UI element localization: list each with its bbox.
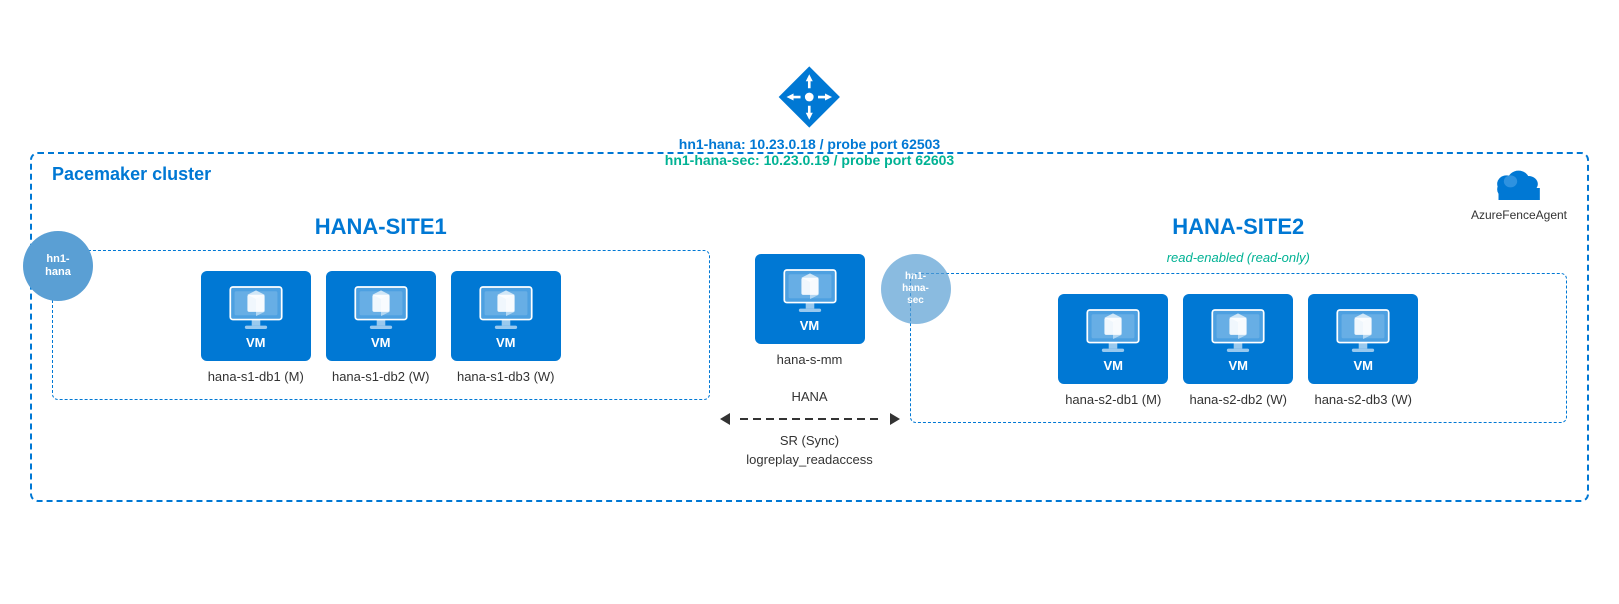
site1-inner-border: hn1- hana [52,250,710,400]
right-arrow-icon [880,411,900,427]
sync-line2: SR (Sync) [780,431,839,451]
site1-title: HANA-SITE1 [52,214,710,240]
site2-title: HANA-SITE2 [910,214,1568,240]
vm-node-s1-db2: VM hana-s1-db2 (W) [326,271,436,384]
lb-primary-label: hn1-hana: 10.23.0.18 / probe port 62503 [665,136,954,152]
vm-label-s1-db1: VM [246,335,266,350]
vm-label-s2-db2: VM [1229,358,1249,373]
vm-label-s1-db3: VM [496,335,516,350]
azure-fence-agent: AzureFenceAgent [1471,164,1567,222]
vm-node-label-mm: hana-s-mm [777,352,843,367]
lb-labels: hn1-hana: 10.23.0.18 / probe port 62503 … [665,136,954,168]
diagram-wrapper: hn1-hana: 10.23.0.18 / probe port 62503 … [20,92,1599,512]
sync-dashed-line [740,417,880,421]
site1-section: HANA-SITE1 hn1- hana [52,214,710,400]
vm-node-label-s1-db2: hana-s1-db2 (W) [332,369,430,384]
vm-node-label-s1-db1: hana-s1-db1 (M) [208,369,304,384]
vm-monitor-icon-s2-db2 [1208,306,1268,356]
vm-monitor-icon-s2-db1 [1083,306,1143,356]
vm-node-label-s2-db3: hana-s2-db3 (W) [1314,392,1412,407]
main-content: HANA-SITE1 hn1- hana [52,214,1567,470]
vm-node-label-s2-db1: hana-s2-db1 (M) [1065,392,1161,407]
azure-cloud-icon [1491,164,1546,204]
vm-monitor-icon-s1-db1 [226,283,286,333]
vm-node-s2-db3: VM hana-s2-db3 (W) [1308,294,1418,407]
sync-line1: HANA [791,387,827,407]
vm-node-label-s2-db2: hana-s2-db2 (W) [1189,392,1287,407]
azure-fence-label: AzureFenceAgent [1471,208,1567,222]
vm-box-s2-db2: VM [1183,294,1293,384]
load-balancer-container: hn1-hana: 10.23.0.18 / probe port 62503 … [665,62,954,168]
vm-node-mm: VM hana-s-mm [755,254,865,367]
vm-monitor-icon-mm [780,266,840,316]
vm-node-s2-db2: VM hana-s2-db2 (W) [1183,294,1293,407]
vm-label-mm: VM [800,318,820,333]
vm-monitor-icon-s1-db2 [351,283,411,333]
site2-vip-badge: hn1- hana- sec [881,254,951,324]
load-balancer-icon [775,62,845,132]
site2-inner-border: hn1- hana- sec [910,273,1568,423]
site1-vip-badge: hn1- hana [23,231,93,301]
vm-box-s2-db3: VM [1308,294,1418,384]
vm-monitor-icon-s2-db3 [1333,306,1393,356]
vm-box-s1-db3: VM [451,271,561,361]
read-enabled-label: read-enabled (read-only) [910,250,1568,265]
vm-box-s1-db2: VM [326,271,436,361]
vm-label-s2-db1: VM [1104,358,1124,373]
vm-node-s1-db3: VM hana-s1-db3 (W) [451,271,561,384]
pacemaker-cluster-label: Pacemaker cluster [52,164,211,185]
lb-secondary-label: hn1-hana-sec: 10.23.0.19 / probe port 62… [665,152,954,168]
vm-node-s1-db1: VM hana-s1-db1 (M) [201,271,311,384]
vm-label-s1-db2: VM [371,335,391,350]
sync-line3: logreplay_readaccess [746,450,872,470]
middle-section: VM hana-s-mm HANA [720,214,900,470]
vm-label-s2-db3: VM [1354,358,1374,373]
left-arrow-icon [720,411,740,427]
vm-box-s2-db1: VM [1058,294,1168,384]
pacemaker-cluster-border: Pacemaker cluster AzureFenceAgent HANA-S… [30,152,1589,502]
vm-box-s1-db1: VM [201,271,311,361]
sync-section: HANA S [720,387,900,470]
vm-box-mm: VM [755,254,865,344]
vm-node-label-s1-db3: hana-s1-db3 (W) [457,369,555,384]
site2-nodes-row: VM hana-s2-db1 (M) [926,294,1552,407]
vm-monitor-icon-s1-db3 [476,283,536,333]
vm-node-s2-db1: VM hana-s2-db1 (M) [1058,294,1168,407]
site1-nodes-row: VM hana-s1-db1 (M) [68,271,694,384]
site2-wrapper: HANA-SITE2 read-enabled (read-only) hn1-… [910,214,1568,423]
